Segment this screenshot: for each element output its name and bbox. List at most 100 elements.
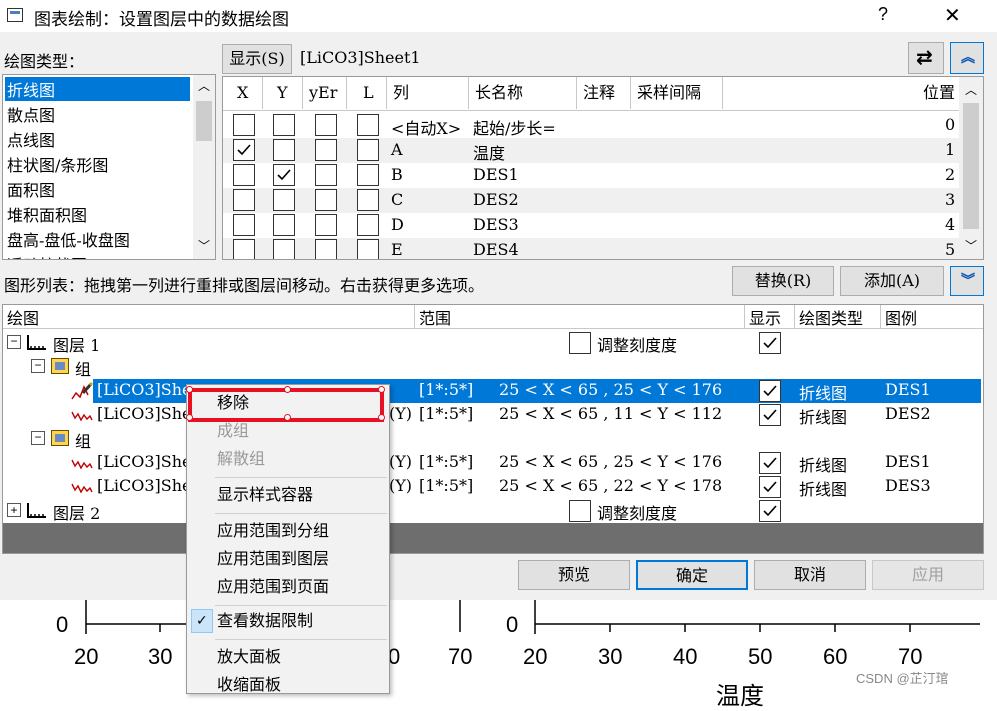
- tree-header-legend[interactable]: 图例: [881, 305, 981, 329]
- cancel-button[interactable]: 取消: [754, 560, 866, 590]
- y-checkbox[interactable]: [273, 189, 295, 211]
- column-table-scrollbar[interactable]: ︿ ﹀: [959, 77, 983, 259]
- yerr-checkbox[interactable]: [315, 114, 337, 136]
- x-checkbox[interactable]: [233, 164, 255, 186]
- tree-layer-1[interactable]: − 图层 1 调整刻度度: [3, 331, 983, 355]
- apply-button[interactable]: 应用: [872, 560, 984, 590]
- plot-type-item[interactable]: 柱状图/条形图: [7, 152, 108, 176]
- x-checkbox[interactable]: [233, 139, 255, 161]
- x-checkbox[interactable]: [233, 189, 255, 211]
- chevron-up-icon[interactable]: ︿: [965, 81, 977, 98]
- l-checkbox[interactable]: [357, 214, 379, 236]
- plot-row[interactable]: [LiCO3]She (Y) [1*:5*] 25 < X < 65 , 11 …: [3, 403, 983, 427]
- plot-show-checkbox[interactable]: [759, 476, 781, 498]
- y-checkbox[interactable]: [273, 114, 295, 136]
- chevron-down-icon[interactable]: ﹀: [198, 237, 210, 254]
- y-checkbox[interactable]: [273, 214, 295, 236]
- menu-item-expand-panel[interactable]: 放大面板: [187, 643, 389, 671]
- y-checkbox[interactable]: [273, 139, 295, 161]
- menu-item-apply-layer[interactable]: 应用范围到图层: [187, 545, 389, 573]
- tree-group-1[interactable]: − 组: [3, 355, 983, 379]
- yerr-checkbox[interactable]: [315, 214, 337, 236]
- column-row[interactable]: E DES4 5: [223, 238, 959, 259]
- add-button[interactable]: 添加(A): [840, 266, 944, 296]
- expand-icon[interactable]: +: [7, 503, 21, 517]
- yerr-checkbox[interactable]: [315, 139, 337, 161]
- chevron-up-icon[interactable]: ︿: [198, 77, 210, 94]
- preview-button[interactable]: 预览: [518, 560, 630, 590]
- x-checkbox[interactable]: [233, 214, 255, 236]
- plot-type-scrollbar[interactable]: ︿ ﹀: [193, 75, 215, 259]
- l-checkbox[interactable]: [357, 189, 379, 211]
- header-position[interactable]: 位置: [723, 77, 959, 109]
- yerr-checkbox[interactable]: [315, 239, 337, 259]
- menu-item-apply-group[interactable]: 应用范围到分组: [187, 517, 389, 545]
- help-button[interactable]: ?: [878, 4, 888, 25]
- show-button[interactable]: 显示(S): [222, 44, 292, 74]
- header-column[interactable]: 列: [387, 77, 469, 109]
- l-checkbox[interactable]: [357, 139, 379, 161]
- plot-type-item[interactable]: 堆积面积图: [7, 202, 87, 226]
- tree-header-type[interactable]: 绘图类型: [795, 305, 881, 329]
- menu-item-style-holder[interactable]: 显示样式容器: [187, 481, 389, 509]
- column-row[interactable]: <自动X> 起始/步长= 0: [223, 113, 959, 138]
- header-comment[interactable]: 注释: [577, 77, 631, 109]
- adjust-scale-checkbox[interactable]: [569, 500, 591, 522]
- x-checkbox[interactable]: [233, 239, 255, 259]
- column-row[interactable]: A 温度 1: [223, 138, 959, 163]
- plot-row[interactable]: [LiCO3]She (Y) [1*:5*] 25 < X < 65 , 22 …: [3, 475, 983, 499]
- tree-header-show[interactable]: 显示: [745, 305, 795, 329]
- scroll-thumb[interactable]: [963, 103, 979, 229]
- menu-item-view-data-limits[interactable]: 查看数据限制: [187, 607, 389, 635]
- tree-header-range[interactable]: 范围: [415, 305, 745, 329]
- header-l[interactable]: L: [347, 77, 387, 109]
- plot-type-item[interactable]: 面积图: [7, 177, 55, 201]
- plot-show-checkbox[interactable]: [759, 380, 781, 402]
- plot-type-item[interactable]: 折线图: [7, 77, 55, 101]
- plot-type-list[interactable]: 折线图 散点图 点线图 柱状图/条形图 面积图 堆积面积图 盘高-盘低-收盘图 …: [2, 74, 216, 260]
- column-row[interactable]: C DES2 3: [223, 188, 959, 213]
- collapse-icon[interactable]: −: [7, 335, 21, 349]
- swap-button[interactable]: ⇄: [908, 42, 944, 74]
- edit-plot-icon[interactable]: [71, 381, 94, 401]
- chevron-down-icon[interactable]: ﹀: [965, 237, 977, 254]
- plot-type-item[interactable]: 适动柱状图: [7, 252, 87, 259]
- y-checkbox[interactable]: [273, 239, 295, 259]
- menu-item-ungroup[interactable]: 解散组: [187, 445, 389, 473]
- tree-group-2[interactable]: − 组: [3, 427, 983, 451]
- header-long-name[interactable]: 长名称: [469, 77, 577, 109]
- replace-button[interactable]: 替换(R): [732, 266, 834, 296]
- layer-show-checkbox[interactable]: [759, 500, 781, 522]
- layer-show-checkbox[interactable]: [759, 332, 781, 354]
- x-checkbox[interactable]: [233, 114, 255, 136]
- expand-down-button[interactable]: ︾: [950, 266, 984, 296]
- plot-type-item[interactable]: 点线图: [7, 127, 55, 151]
- header-y[interactable]: Y: [263, 77, 303, 109]
- plot-row[interactable]: [LiCO3]She (Y) [1*:5*] 25 < X < 65 , 25 …: [3, 451, 983, 475]
- column-row[interactable]: B DES1 2: [223, 163, 959, 188]
- l-checkbox[interactable]: [357, 239, 379, 259]
- l-checkbox[interactable]: [357, 164, 379, 186]
- close-button[interactable]: ✕: [944, 3, 961, 28]
- menu-item-shrink-panel[interactable]: 收缩面板: [187, 671, 389, 699]
- header-x[interactable]: X: [223, 77, 263, 109]
- collapse-up-button[interactable]: ︽: [950, 42, 984, 74]
- collapse-icon[interactable]: −: [31, 431, 45, 445]
- menu-item-apply-page[interactable]: 应用范围到页面: [187, 573, 389, 601]
- adjust-scale-checkbox[interactable]: [569, 332, 591, 354]
- plot-type-item[interactable]: 散点图: [7, 102, 55, 126]
- plot-type-item[interactable]: 盘高-盘低-收盘图: [7, 227, 130, 251]
- ok-button[interactable]: 确定: [636, 560, 748, 590]
- header-yerr[interactable]: yEr: [303, 77, 347, 109]
- column-row[interactable]: D DES3 4: [223, 213, 959, 238]
- yerr-checkbox[interactable]: [315, 164, 337, 186]
- tree-layer-2[interactable]: + 图层 2 调整刻度度: [3, 499, 983, 523]
- plot-show-checkbox[interactable]: [759, 452, 781, 474]
- yerr-checkbox[interactable]: [315, 189, 337, 211]
- scroll-thumb[interactable]: [196, 101, 212, 141]
- plot-show-checkbox[interactable]: [759, 404, 781, 426]
- l-checkbox[interactable]: [357, 114, 379, 136]
- tree-header-plot[interactable]: 绘图: [3, 305, 415, 329]
- y-checkbox[interactable]: [273, 164, 295, 186]
- collapse-icon[interactable]: −: [31, 359, 45, 373]
